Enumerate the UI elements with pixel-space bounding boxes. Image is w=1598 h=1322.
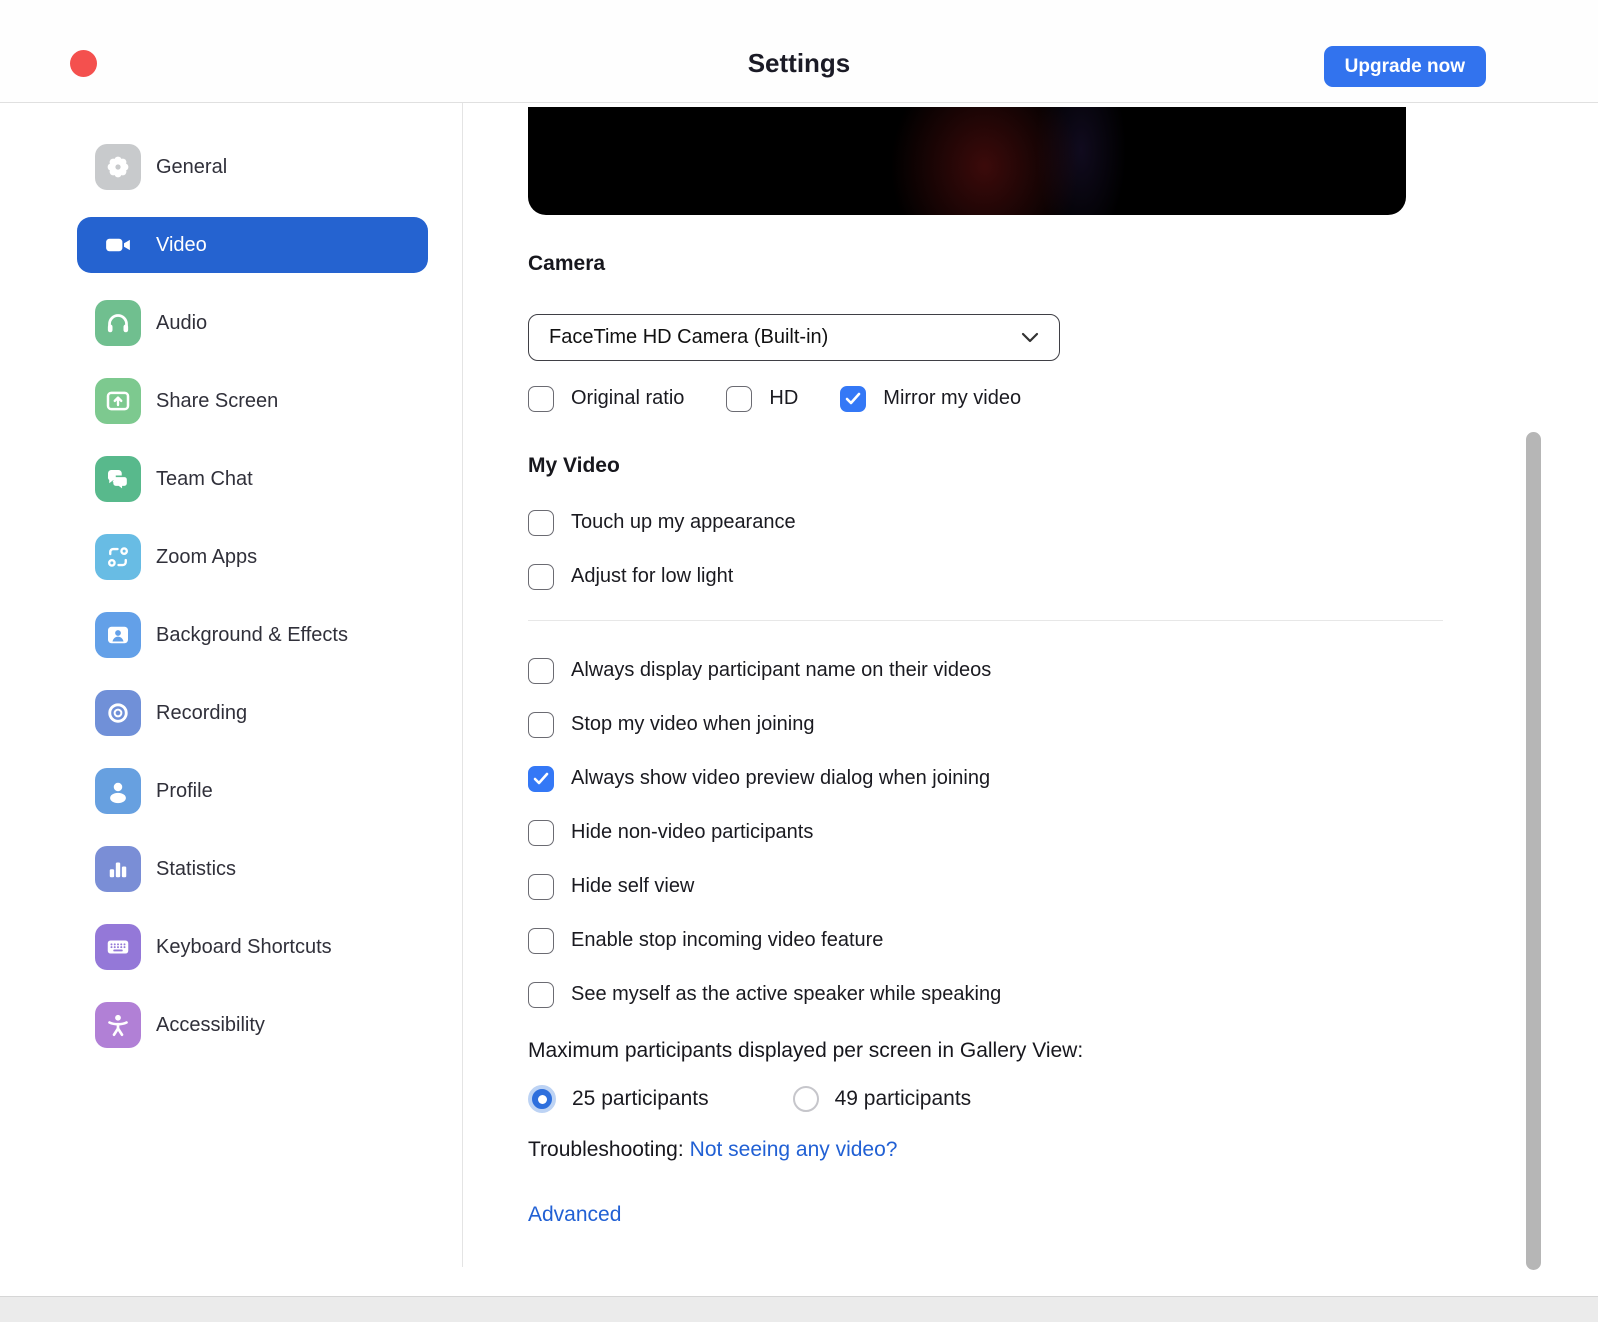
sidebar-item-general[interactable]: General xyxy=(77,139,428,195)
checkbox-hd[interactable]: HD xyxy=(726,385,798,412)
sidebar-item-label: Audio xyxy=(156,312,207,335)
checkbox-box xyxy=(528,564,554,590)
settings-sidebar: General Video Audio Share Screen Team Ch xyxy=(77,139,428,1075)
checkbox-box xyxy=(726,386,752,412)
sidebar-item-zoom-apps[interactable]: Zoom Apps xyxy=(77,529,428,585)
checkbox-hide-self-view[interactable]: Hide self view xyxy=(528,873,1598,900)
gallery-view-label: Maximum participants displayed per scree… xyxy=(528,1038,1598,1064)
record-ring-icon xyxy=(95,690,141,736)
person-frame-icon xyxy=(95,612,141,658)
sidebar-item-label: Recording xyxy=(156,702,247,725)
sidebar-item-label: Background & Effects xyxy=(156,624,348,647)
checkbox-box xyxy=(528,820,554,846)
sidebar-item-label: Zoom Apps xyxy=(156,546,257,569)
title-bar: Settings Upgrade now xyxy=(0,0,1598,103)
sidebar-item-label: Share Screen xyxy=(156,390,278,413)
headphones-icon xyxy=(95,300,141,346)
keyboard-icon xyxy=(95,924,141,970)
troubleshooting-row: Troubleshooting: Not seeing any video? xyxy=(528,1137,1598,1163)
check-icon xyxy=(533,772,549,785)
checkbox-adjust-for-low-light[interactable]: Adjust for low light xyxy=(528,563,1598,590)
settings-window: Settings Upgrade now General Video Audio xyxy=(0,0,1598,1297)
video-camera-icon xyxy=(95,222,141,268)
checkbox-box xyxy=(528,982,554,1008)
scrollbar-thumb[interactable] xyxy=(1526,432,1541,1270)
checkbox-box xyxy=(528,712,554,738)
sidebar-item-keyboard-shortcuts[interactable]: Keyboard Shortcuts xyxy=(77,919,428,975)
radio-button xyxy=(793,1086,819,1112)
radio-button xyxy=(528,1085,556,1113)
radio-25-participants[interactable]: 25 participants xyxy=(528,1085,709,1113)
sidebar-item-label: Keyboard Shortcuts xyxy=(156,936,332,959)
zoom-apps-icon xyxy=(95,534,141,580)
sidebar-item-label: Profile xyxy=(156,780,213,803)
checkbox-always-display-participant-name[interactable]: Always display participant name on their… xyxy=(528,657,1598,684)
checkbox-touch-up-my-appearance[interactable]: Touch up my appearance xyxy=(528,509,1598,536)
sidebar-item-share-screen[interactable]: Share Screen xyxy=(77,373,428,429)
camera-options-row: Original ratio HD Mirror my video xyxy=(528,385,1598,412)
checkbox-always-show-video-preview[interactable]: Always show video preview dialog when jo… xyxy=(528,765,1598,792)
link-not-seeing-any-video[interactable]: Not seeing any video? xyxy=(690,1138,898,1161)
checkbox-hide-non-video-participants[interactable]: Hide non-video participants xyxy=(528,819,1598,846)
sidebar-item-recording[interactable]: Recording xyxy=(77,685,428,741)
video-settings-panel: Camera FaceTime HD Camera (Built-in) Ori… xyxy=(462,103,1598,1227)
chevron-down-icon xyxy=(1021,332,1039,343)
sidebar-item-background-effects[interactable]: Background & Effects xyxy=(77,607,428,663)
checkbox-see-myself-active-speaker[interactable]: See myself as the active speaker while s… xyxy=(528,981,1598,1008)
sidebar-item-audio[interactable]: Audio xyxy=(77,295,428,351)
sidebar-item-accessibility[interactable]: Accessibility xyxy=(77,997,428,1053)
sidebar-item-label: Video xyxy=(156,234,207,257)
sidebar-item-label: Team Chat xyxy=(156,468,253,491)
checkbox-box xyxy=(528,928,554,954)
checkbox-mirror-my-video[interactable]: Mirror my video xyxy=(840,385,1021,412)
bar-chart-icon xyxy=(95,846,141,892)
section-divider xyxy=(528,620,1443,621)
sidebar-item-team-chat[interactable]: Team Chat xyxy=(77,451,428,507)
checkbox-original-ratio[interactable]: Original ratio xyxy=(528,385,684,412)
camera-preview xyxy=(528,107,1406,215)
person-icon xyxy=(95,768,141,814)
checkbox-box xyxy=(528,874,554,900)
radio-49-participants[interactable]: 49 participants xyxy=(793,1086,972,1112)
sidebar-item-label: Accessibility xyxy=(156,1014,265,1037)
checkbox-box xyxy=(528,766,554,792)
chat-bubbles-icon xyxy=(95,456,141,502)
checkbox-box xyxy=(528,658,554,684)
gear-icon xyxy=(95,144,141,190)
sidebar-item-label: General xyxy=(156,156,227,179)
camera-select-value: FaceTime HD Camera (Built-in) xyxy=(549,326,1021,349)
accessibility-icon xyxy=(95,1002,141,1048)
troubleshooting-label: Troubleshooting: xyxy=(528,1138,684,1161)
sidebar-item-statistics[interactable]: Statistics xyxy=(77,841,428,897)
share-screen-icon xyxy=(95,378,141,424)
my-video-heading: My Video xyxy=(528,453,1598,479)
camera-heading: Camera xyxy=(528,251,1598,277)
link-advanced[interactable]: Advanced xyxy=(528,1203,621,1227)
check-icon xyxy=(845,392,861,405)
checkbox-stop-my-video-when-joining[interactable]: Stop my video when joining xyxy=(528,711,1598,738)
sidebar-item-profile[interactable]: Profile xyxy=(77,763,428,819)
checkbox-enable-stop-incoming-video[interactable]: Enable stop incoming video feature xyxy=(528,927,1598,954)
camera-select[interactable]: FaceTime HD Camera (Built-in) xyxy=(528,314,1060,361)
sidebar-item-video[interactable]: Video xyxy=(77,217,428,273)
window-bottom-edge xyxy=(0,1297,1598,1322)
checkbox-box xyxy=(840,386,866,412)
checkbox-box xyxy=(528,510,554,536)
gallery-view-options: 25 participants 49 participants xyxy=(528,1085,1598,1113)
upgrade-now-button[interactable]: Upgrade now xyxy=(1324,46,1486,87)
checkbox-box xyxy=(528,386,554,412)
sidebar-item-label: Statistics xyxy=(156,858,236,881)
